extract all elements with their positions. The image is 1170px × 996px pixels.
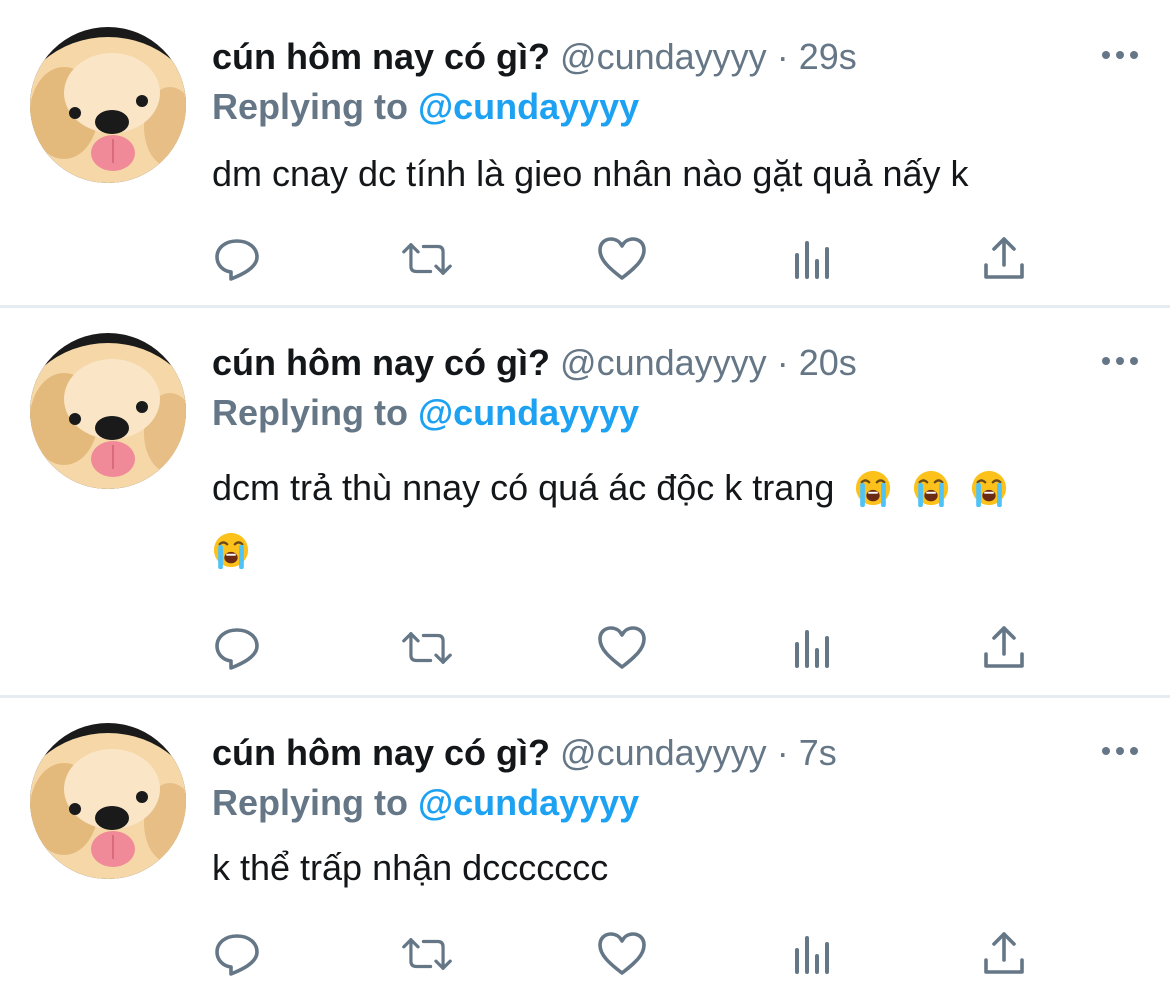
loudly-crying-face-emoji <box>213 532 249 569</box>
replying-to-label: Replying to <box>212 782 418 823</box>
analytics-button[interactable] <box>788 234 838 284</box>
avatar[interactable] <box>30 723 186 879</box>
tweet-text: dm cnay dc tính là gieo nhân nào gặt quả… <box>212 143 1132 205</box>
reply-button[interactable] <box>212 234 262 284</box>
more-icon[interactable] <box>1100 741 1140 761</box>
display-name[interactable]: cún hôm nay có gì? <box>212 36 550 77</box>
tweet-body: dm cnay dc tính là gieo nhân nào gặt quả… <box>212 153 969 194</box>
user-handle[interactable]: @cundayyyy <box>560 732 767 773</box>
share-button[interactable] <box>979 929 1029 979</box>
loudly-crying-face-emoji <box>914 470 949 507</box>
analytics-button[interactable] <box>788 929 838 979</box>
action-bar <box>212 623 1042 673</box>
reply-handle-link[interactable]: @cundayyyy <box>418 392 639 433</box>
tweet-header: cún hôm nay có gì? @cundayyyy · 7s <box>212 731 837 775</box>
separator: · <box>776 342 789 383</box>
replying-to: Replying to @cundayyyy <box>212 781 639 825</box>
display-name[interactable]: cún hôm nay có gì? <box>212 732 550 773</box>
like-icon <box>598 932 646 975</box>
tweet-body: k thể trấp nhận dccccccc <box>212 847 609 888</box>
tweet-header: cún hôm nay có gì? @cundayyyy · 20s <box>212 341 857 385</box>
share-icon <box>984 626 1024 668</box>
share-icon <box>984 932 1024 974</box>
divider <box>0 305 1170 308</box>
tweet-text: k thể trấp nhận dccccccc <box>212 837 1132 899</box>
timestamp[interactable]: 29s <box>799 36 857 77</box>
loudly-crying-face-emoji <box>972 470 1007 507</box>
retweet-icon <box>402 243 452 275</box>
more-icon[interactable] <box>1100 351 1140 371</box>
like-button[interactable] <box>597 623 647 673</box>
avatar[interactable] <box>30 27 186 183</box>
reply-handle-link[interactable]: @cundayyyy <box>418 782 639 823</box>
action-bar <box>212 234 1042 284</box>
share-button[interactable] <box>979 623 1029 673</box>
reply-handle-link[interactable]: @cundayyyy <box>418 86 639 127</box>
like-icon <box>598 626 646 669</box>
analytics-button[interactable] <box>788 623 838 673</box>
share-button[interactable] <box>979 234 1029 284</box>
reply-button[interactable] <box>212 929 262 979</box>
reply-button[interactable] <box>212 623 262 673</box>
replying-to: Replying to @cundayyyy <box>212 85 639 129</box>
reply-icon <box>215 628 259 670</box>
more-icon[interactable] <box>1100 45 1140 65</box>
replying-to-label: Replying to <box>212 392 418 433</box>
timestamp[interactable]: 20s <box>799 342 857 383</box>
analytics-icon <box>795 241 829 279</box>
retweet-button[interactable] <box>402 929 452 979</box>
tweet-header: cún hôm nay có gì? @cundayyyy · 29s <box>212 35 857 79</box>
avatar[interactable] <box>30 333 186 489</box>
display-name[interactable]: cún hôm nay có gì? <box>212 342 550 383</box>
user-handle[interactable]: @cundayyyy <box>560 36 767 77</box>
timestamp[interactable]: 7s <box>799 732 837 773</box>
share-icon <box>984 237 1024 279</box>
analytics-icon <box>795 936 829 974</box>
replying-to-label: Replying to <box>212 86 418 127</box>
action-bar <box>212 929 1042 979</box>
like-button[interactable] <box>597 234 647 284</box>
reply-icon <box>215 239 259 281</box>
loudly-crying-face-emoji <box>856 470 891 507</box>
separator: · <box>776 36 789 77</box>
tweet-text: dcm trả thù nnay có quá ác độc k trang <box>212 457 1132 581</box>
replying-to: Replying to @cundayyyy <box>212 391 639 435</box>
divider <box>0 695 1170 698</box>
analytics-icon <box>795 630 829 668</box>
separator: · <box>776 732 789 773</box>
like-icon <box>598 237 646 280</box>
tweet-body: dcm trả thù nnay có quá ác độc k trang <box>212 467 835 508</box>
retweet-button[interactable] <box>402 623 452 673</box>
retweet-icon <box>402 938 452 970</box>
retweet-icon <box>402 632 452 664</box>
user-handle[interactable]: @cundayyyy <box>560 342 767 383</box>
retweet-button[interactable] <box>402 234 452 284</box>
like-button[interactable] <box>597 929 647 979</box>
reply-icon <box>215 934 259 976</box>
